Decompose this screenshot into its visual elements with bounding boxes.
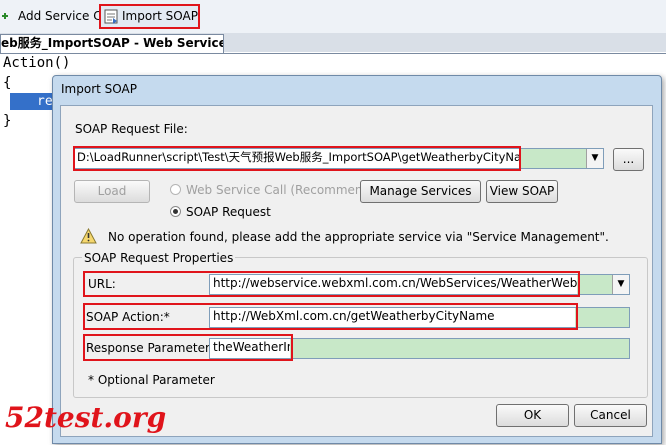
chevron-down-icon[interactable]: ▼ — [586, 149, 603, 168]
warning-message: No operation found, please add the appro… — [108, 230, 609, 244]
code-line-3: } — [3, 113, 12, 129]
cancel-button[interactable]: Cancel — [574, 404, 647, 427]
manage-services-button[interactable]: Manage Services — [360, 180, 481, 203]
file-highlight-box — [73, 146, 521, 171]
add-icon — [0, 9, 15, 24]
soap-request-label: SOAP Request — [186, 205, 271, 219]
add-service-call-button[interactable]: Add Service Call — [0, 6, 116, 27]
ok-button[interactable]: OK — [496, 404, 569, 427]
warning-icon — [80, 227, 97, 244]
document-tab[interactable]: eb服务_ImportSOAP - Web Services — [0, 34, 224, 53]
browse-button[interactable]: ... — [613, 148, 644, 171]
url-highlight-box — [83, 271, 580, 297]
import-soap-button[interactable]: Import SOAP — [99, 4, 200, 29]
watermark: 52test.org — [5, 401, 167, 434]
code-line-1: Action() — [3, 55, 71, 71]
import-soap-label: Import SOAP — [122, 9, 198, 23]
optional-parameter-note: * Optional Parameter — [88, 373, 215, 387]
import-soap-icon — [104, 9, 119, 24]
properties-group-label: SOAP Request Properties — [82, 251, 236, 265]
load-button[interactable]: Load — [74, 180, 150, 203]
view-soap-button[interactable]: View SOAP — [486, 180, 558, 203]
soap-request-file-label: SOAP Request File: — [75, 122, 188, 136]
dialog-title: Import SOAP — [61, 82, 137, 96]
radio-web-service-call[interactable] — [170, 184, 181, 195]
url-chevron-down-icon[interactable]: ▼ — [612, 275, 629, 294]
soap-action-highlight-box — [83, 303, 578, 330]
code-line-2: { — [3, 75, 12, 91]
response-parameter-highlight-box — [83, 334, 293, 361]
radio-soap-request[interactable] — [170, 206, 181, 217]
